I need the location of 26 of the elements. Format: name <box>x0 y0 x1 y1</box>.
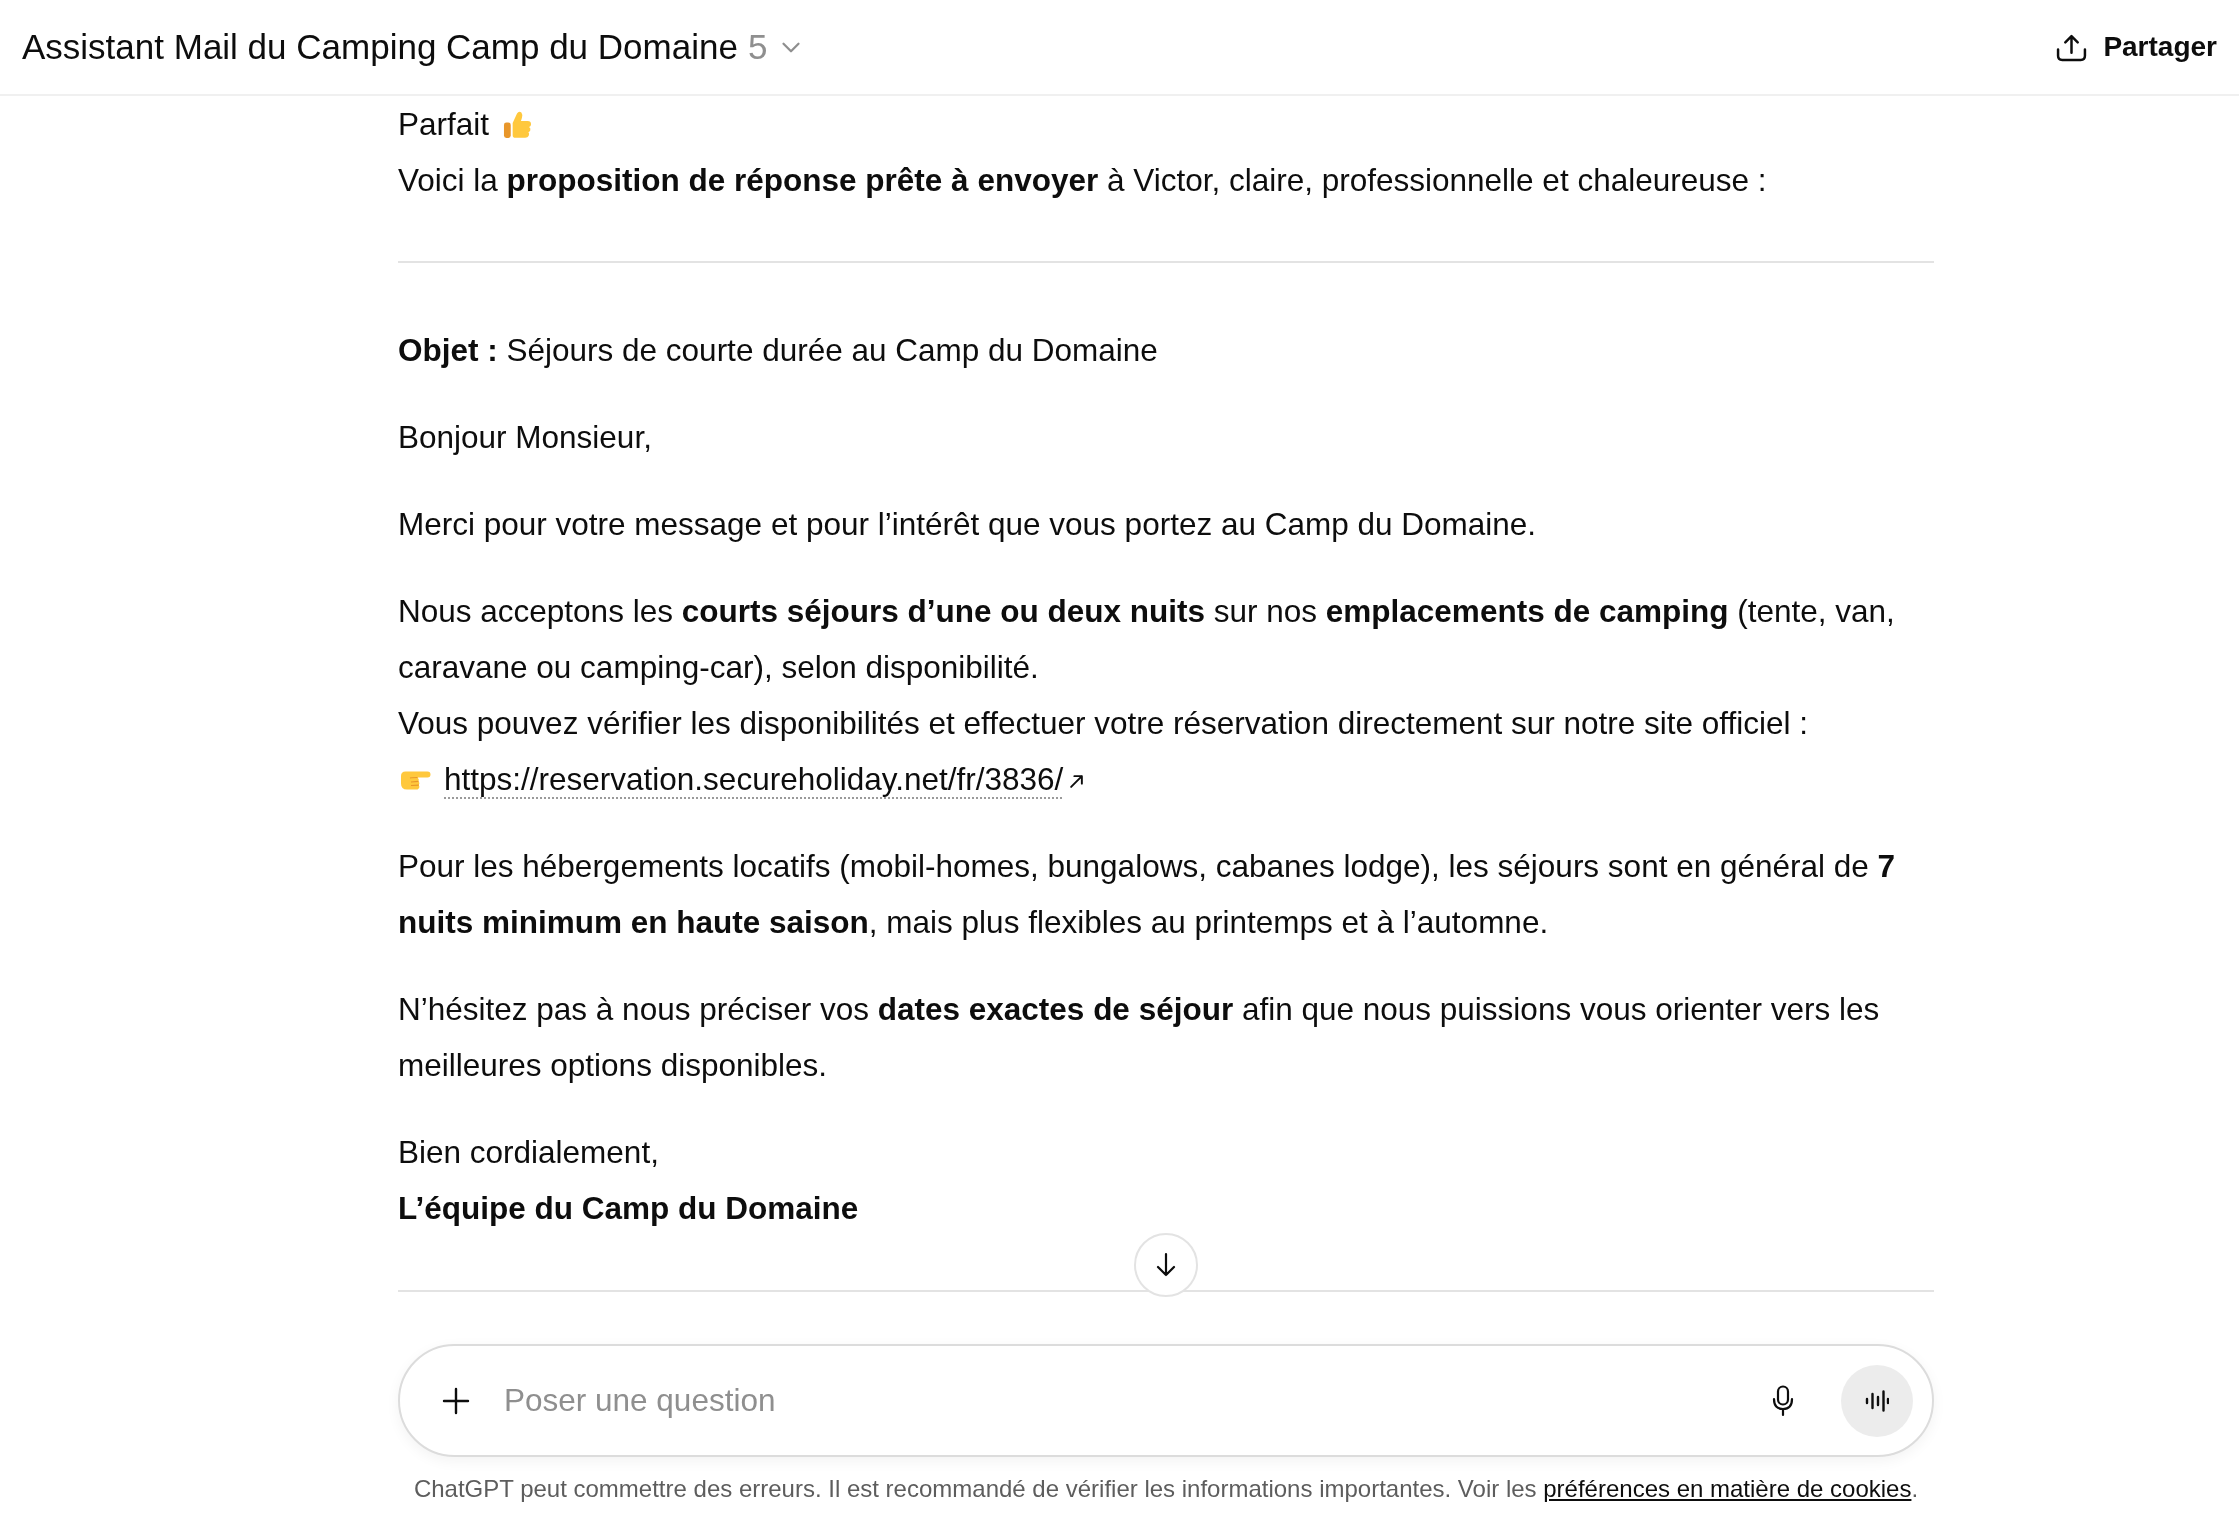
email-signature: L’équipe du Camp du Domaine <box>398 1189 860 1228</box>
share-icon <box>2056 32 2088 62</box>
email-text: Vous pouvez vérifier les disponibilités et effectuer votre réservation directement sur notre site officiel : <box>398 704 1810 743</box>
email-text: Pour les hébergements locatifs (mobil-homes, bungalows, cabanes lodge), les séjours sont en général de 7 nuits minimum en haute saison, mais plus flexibles au printemps et à l’automne. <box>398 847 1897 942</box>
email-text: N’hésitez pas à nous préciser vos dates exactes de séjour afin que nous puissions vous orienter vers les meilleures options disponibles. <box>398 990 1881 1085</box>
disclaimer-text: ChatGPT peut commettre des erreurs. Il est recommandé de vérifier les informations importantes. Voir les préférences en matière de cookies. <box>412 1474 1920 1504</box>
arrow-down-icon <box>1155 1252 1177 1278</box>
share-button[interactable]: Partager <box>2056 25 2217 69</box>
cookie-preferences-link[interactable]: préférences en matière de cookies <box>1543 1475 1912 1502</box>
email-text: Nous acceptons les courts séjours d’une ou deux nuits sur nos emplacements de camping (tente, van, caravane ou camping-car), selon disponibilité. <box>398 592 1896 687</box>
reservation-link[interactable]: https://reservation.secureholiday.net/fr/3836/ <box>444 760 1085 798</box>
email-closing: Bien cordialement, <box>398 1133 660 1172</box>
email-subject: Objet : Séjours de courte durée au Camp du Domaine <box>398 331 1159 370</box>
message-text: Parfait <box>398 105 490 144</box>
microphone-icon <box>1772 1384 1794 1417</box>
waveform-icon <box>1865 1389 1889 1412</box>
thumbs-up-icon <box>503 109 533 139</box>
composer-panel[interactable]: Poser une question <box>398 1344 1934 1457</box>
arrow-up-right-icon <box>1069 773 1085 789</box>
message-text: Voici la proposition de réponse prête à envoyer à Victor, claire, professionnelle et chaleureuse : <box>398 161 1768 200</box>
plus-icon <box>442 1386 470 1415</box>
email-text: Merci pour votre message et pour l’intérêt que vous portez au Camp du Domaine. <box>398 505 1538 544</box>
chat-title-selector[interactable]: Assistant Mail du Camping Camp du Domaine 5 <box>22 27 802 67</box>
chevron-down-icon <box>781 40 802 54</box>
question-input[interactable]: Poser une question <box>504 1372 1757 1429</box>
email-text: Bonjour Monsieur, <box>398 418 653 457</box>
